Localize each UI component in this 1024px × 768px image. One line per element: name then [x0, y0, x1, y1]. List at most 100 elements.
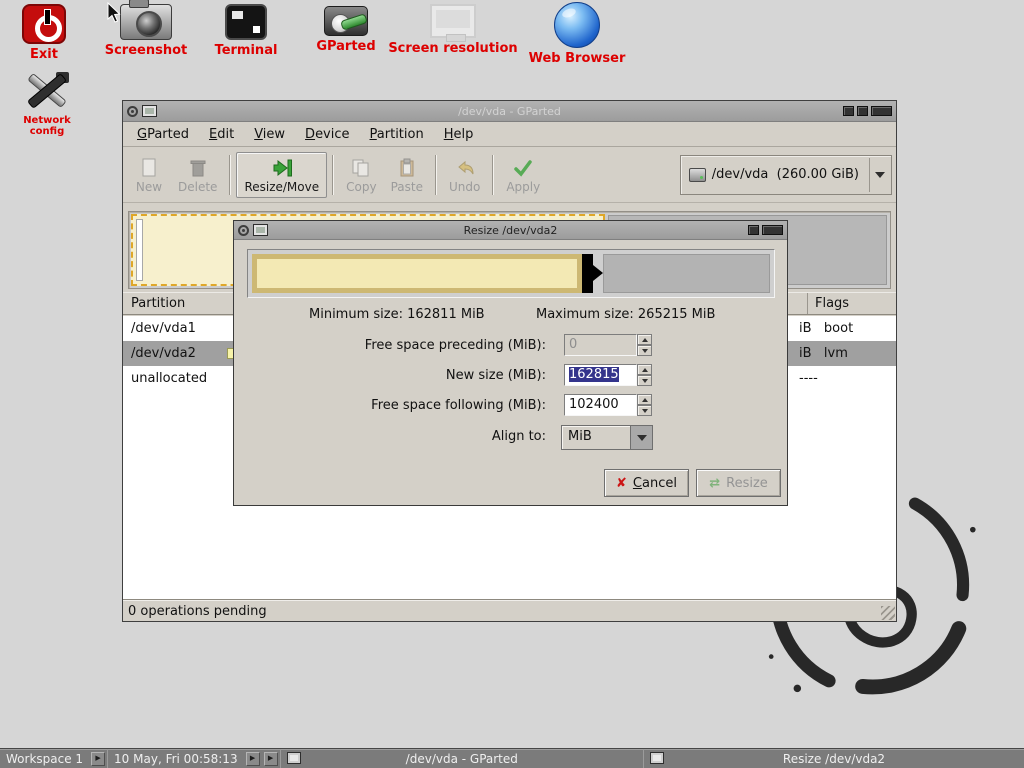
status-bar: 0 operations pending: [123, 600, 896, 621]
desktop-icon-label: Web Browser: [516, 51, 638, 66]
workspace-next-button[interactable]: ▶: [91, 752, 105, 766]
window-title: /dev/vda - GParted: [123, 105, 896, 118]
arrow-right-icon: ▶: [95, 755, 100, 762]
delete-button[interactable]: Delete: [171, 153, 224, 197]
dialog-titlebar[interactable]: Resize /dev/vda2: [234, 221, 787, 240]
header-flags: Flags: [807, 293, 894, 314]
cancel-button[interactable]: ✘ Cancel: [604, 469, 689, 497]
close-button[interactable]: [871, 106, 892, 116]
spin-up-button: [637, 334, 652, 345]
row-tail: iB boot: [799, 321, 853, 336]
undo-icon: [454, 156, 476, 180]
menu-help[interactable]: Help: [434, 124, 484, 145]
resize-drag-handle[interactable]: [582, 254, 593, 293]
taskbar-task-gparted[interactable]: /dev/vda - GParted: [281, 749, 643, 768]
undo-button[interactable]: Undo: [442, 153, 487, 197]
menu-view[interactable]: View: [244, 124, 295, 145]
dialog-app-icon: [253, 224, 268, 236]
maximize-button[interactable]: [748, 225, 759, 235]
free-space-following-spinner[interactable]: 102400: [564, 394, 652, 416]
desktop-icon-label: GParted: [311, 39, 381, 54]
menubar: GParted Edit View Device Partition Help: [123, 122, 896, 147]
copy-button[interactable]: Copy: [339, 153, 383, 197]
arrow-up-icon: [642, 368, 648, 372]
device-selector-dropdown[interactable]: [869, 158, 889, 192]
maximum-size-label: Maximum size: 265215 MiB: [536, 307, 715, 322]
toolbar-separator: [492, 155, 494, 195]
gparted-titlebar[interactable]: /dev/vda - GParted: [123, 101, 896, 122]
monitor-icon: [430, 4, 476, 38]
spin-up-button[interactable]: [637, 364, 652, 375]
selected-text[interactable]: 162815: [569, 367, 619, 382]
close-button[interactable]: [762, 225, 783, 235]
workspace-indicator[interactable]: Workspace 1: [0, 749, 89, 768]
align-to-select[interactable]: MiB: [561, 425, 653, 450]
spin-down-button: [637, 345, 652, 356]
taskbar-task-resize-dialog[interactable]: Resize /dev/vda2: [644, 749, 1024, 768]
minimum-size-label: Minimum size: 162811 MiB: [309, 307, 485, 322]
menu-edit[interactable]: Edit: [199, 124, 244, 145]
desktop-icon-label: Screen resolution: [388, 41, 518, 56]
pending-operations-text: 0 operations pending: [128, 604, 267, 619]
chevron-down-icon: [637, 435, 647, 441]
free-space-preceding-spinner: 0: [564, 334, 652, 356]
spin-up-button[interactable]: [637, 394, 652, 405]
arrow-up-icon: [642, 338, 648, 342]
resize-dialog: Resize /dev/vda2 Minimum size: 162811 Mi…: [233, 220, 788, 506]
minimize-button[interactable]: [843, 106, 854, 116]
desktop-icon-terminal[interactable]: Terminal: [203, 4, 289, 58]
window-menu-icon[interactable]: [127, 106, 138, 117]
menu-partition[interactable]: Partition: [360, 124, 434, 145]
desktop-icon-label: Network config: [7, 115, 87, 137]
resize-slider[interactable]: [247, 249, 775, 298]
menu-device[interactable]: Device: [295, 124, 359, 145]
desktop-icon-label: Terminal: [203, 43, 289, 58]
resize-button[interactable]: ⇄ Resize: [696, 469, 781, 497]
new-size-label: New size (MiB):: [234, 368, 546, 383]
desktop-icon-screen-resolution[interactable]: Screen resolution: [388, 4, 518, 56]
combo-dropdown-button[interactable]: [630, 426, 652, 449]
align-to-label: Align to:: [234, 429, 546, 444]
scroll-right-button[interactable]: ▶: [264, 752, 278, 766]
resize-move-icon: [270, 156, 294, 180]
cancel-x-icon: ✘: [616, 476, 627, 491]
new-button[interactable]: New: [127, 153, 171, 197]
desktop-icon-web-browser[interactable]: Web Browser: [516, 2, 638, 66]
resize-move-button[interactable]: Resize/Move: [236, 152, 327, 198]
desktop-icon-gparted[interactable]: GParted: [311, 6, 381, 54]
paste-button[interactable]: Paste: [384, 153, 430, 197]
apply-check-icon: [513, 156, 533, 180]
new-size-spinner[interactable]: 162815: [564, 364, 652, 386]
toolbar: New Delete Resize/Move Copy Paste: [123, 147, 896, 203]
gparted-app-icon: [142, 105, 157, 117]
free-space-area: [603, 254, 770, 293]
toolbar-separator: [229, 155, 231, 195]
toolbar-separator: [435, 155, 437, 195]
toolbar-separator: [332, 155, 334, 195]
disk-icon: [689, 168, 706, 182]
spin-down-button[interactable]: [637, 405, 652, 416]
window-menu-icon[interactable]: [238, 225, 249, 236]
globe-icon: [554, 2, 600, 48]
partition-size-area[interactable]: [252, 254, 582, 293]
scroll-left-button[interactable]: ▶: [246, 752, 260, 766]
spin-down-button[interactable]: [637, 375, 652, 386]
camera-icon: [120, 4, 172, 40]
menu-gparted[interactable]: GParted: [127, 124, 199, 145]
vda1-visual[interactable]: [136, 219, 143, 281]
resize-grip[interactable]: [881, 606, 895, 620]
tools-icon: [23, 70, 71, 112]
exit-icon: [22, 4, 66, 44]
apply-button[interactable]: Apply: [499, 153, 547, 197]
device-selector[interactable]: /dev/vda (260.00 GiB): [680, 155, 892, 195]
desktop-icon-label: Screenshot: [100, 43, 192, 58]
maximize-button[interactable]: [857, 106, 868, 116]
desktop-icon-exit[interactable]: Exit: [14, 4, 74, 62]
trash-icon: [189, 156, 207, 180]
gparted-icon: [324, 6, 368, 36]
paste-icon: [398, 156, 416, 180]
header-partition: Partition: [123, 296, 185, 311]
task-app-icon: [287, 752, 301, 764]
row-tail: iB lvm: [799, 346, 848, 361]
desktop-icon-network-config[interactable]: Network config: [7, 70, 87, 137]
